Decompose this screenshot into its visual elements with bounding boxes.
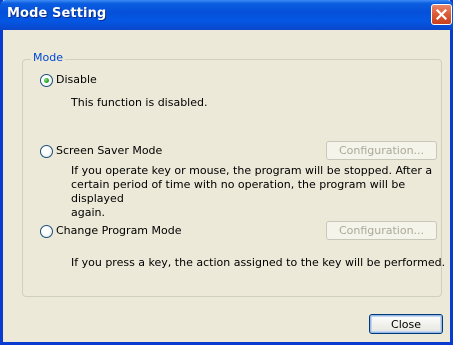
title-bar[interactable]: Mode Setting: [0, 0, 453, 30]
window-title: Mode Setting: [7, 6, 107, 21]
radio-change-program-mode[interactable]: Change Program Mode: [40, 224, 182, 238]
radio-disable-label: Disable: [56, 73, 97, 86]
screen-saver-configuration-button[interactable]: Configuration...: [326, 141, 437, 160]
radio-change-program-label: Change Program Mode: [56, 224, 182, 237]
radio-disable[interactable]: Disable: [40, 73, 97, 87]
close-button[interactable]: Close: [369, 314, 443, 334]
window-close-button[interactable]: [431, 4, 452, 25]
screen-saver-description-line: If you operate key or mouse, the program…: [71, 164, 433, 177]
screen-saver-description: If you operate key or mouse, the program…: [71, 164, 453, 220]
change-program-description: If you press a key, the action assigned …: [71, 256, 446, 269]
mode-group-legend: Mode: [31, 51, 65, 65]
close-icon: [436, 9, 447, 20]
radio-screen-saver-label: Screen Saver Mode: [56, 144, 163, 157]
radio-disable-indicator[interactable]: [40, 73, 53, 87]
screen-saver-description-line: certain period of time with no operation…: [71, 178, 406, 205]
radio-screen-saver-mode[interactable]: Screen Saver Mode: [40, 144, 162, 158]
disable-description: This function is disabled.: [71, 96, 208, 109]
screen-saver-description-line: again.: [71, 206, 105, 219]
radio-screen-saver-indicator[interactable]: [40, 144, 53, 158]
radio-change-program-indicator[interactable]: [40, 224, 53, 238]
change-program-configuration-button[interactable]: Configuration...: [326, 221, 437, 240]
